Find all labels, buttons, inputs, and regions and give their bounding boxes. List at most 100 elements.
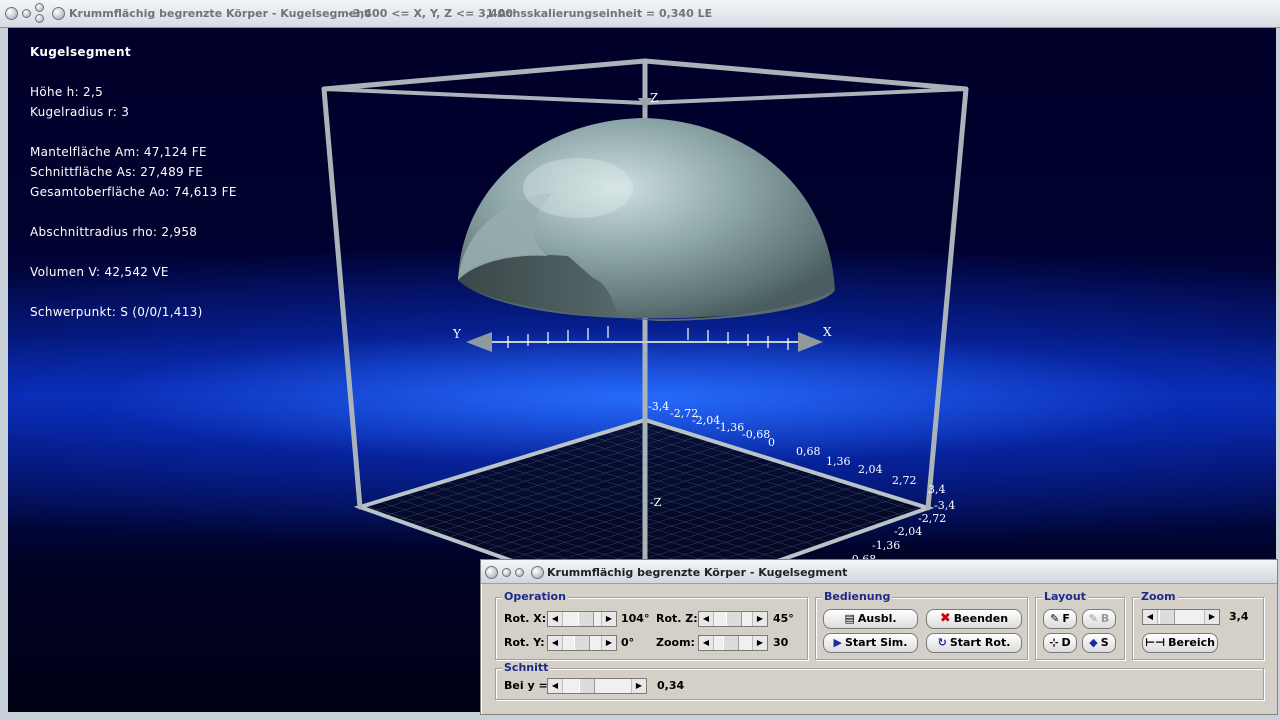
zoom-slider[interactable]: ◀ ▶ — [698, 635, 768, 651]
close-button[interactable] — [52, 7, 65, 20]
tick-label: 2,72 — [892, 474, 917, 487]
arrow-left-icon[interactable]: ◀ — [548, 679, 563, 693]
tick-label: -2,04 — [894, 525, 922, 538]
tick-label: -3,4 — [648, 400, 669, 413]
operation-group-label: Operation — [502, 590, 568, 603]
slider-thumb[interactable] — [578, 612, 594, 626]
rot-z-slider[interactable]: ◀ ▶ — [698, 611, 768, 627]
range-zoom-value: 3,4 — [1229, 610, 1249, 623]
info-segment-radius: Abschnittradius rho: 2,958 — [30, 225, 198, 239]
beenden-button[interactable]: ✖ Beenden — [926, 609, 1022, 629]
close-red-icon: ✖ — [939, 611, 951, 626]
rotate-icon: ↻ — [937, 636, 947, 649]
info-sphere-radius: Kugelradius r: 3 — [30, 105, 130, 119]
slider-thumb[interactable] — [1159, 610, 1175, 624]
layout-d-button[interactable]: ⊹ D — [1043, 633, 1077, 653]
zoom-value: 30 — [773, 636, 789, 649]
pencil-icon: ✎ — [1088, 612, 1098, 625]
info-lateral-surface: Mantelfläche Am: 47,124 FE — [30, 145, 207, 159]
range-zoom-slider[interactable]: ◀ ▶ — [1142, 609, 1220, 625]
x-axis-label: X — [823, 325, 832, 339]
maximize-button[interactable] — [35, 3, 44, 12]
layout-b-button[interactable]: ✎ B — [1082, 609, 1116, 629]
tick-label: 2,04 — [858, 463, 883, 476]
neg-z-axis-label: -Z — [650, 496, 662, 509]
schnitt-y-slider[interactable]: ◀ ▶ — [547, 678, 647, 694]
info-cut-surface: Schnittfläche As: 27,489 FE — [30, 165, 204, 179]
slider-thumb[interactable] — [726, 612, 742, 626]
tick-label: -3,4 — [934, 499, 955, 512]
slider-thumb[interactable] — [723, 636, 739, 650]
info-centroid: Schwerpunkt: S (0/0/1,413) — [30, 305, 203, 319]
rot-x-value: 104° — [621, 612, 650, 625]
arrow-right-icon[interactable]: ▶ — [601, 612, 616, 626]
start-rotation-button[interactable]: ↻ Start Rot. — [926, 633, 1022, 653]
y-axis-label: Y — [452, 327, 462, 341]
info-heading: Kugelsegment — [30, 45, 131, 59]
restore-button[interactable] — [35, 14, 44, 23]
bedienung-group-label: Bedienung — [822, 590, 893, 603]
window-title: Krummflächig begrenzte Körper - Kugelseg… — [69, 7, 370, 20]
rot-z-value: 45° — [773, 612, 794, 625]
start-simulation-button[interactable]: ▶ Start Sim. — [823, 633, 918, 653]
range-icon: ⊢⊣ — [1145, 636, 1166, 649]
arrow-left-icon[interactable]: ◀ — [548, 612, 563, 626]
schnitt-y-value: 0,34 — [657, 679, 685, 692]
control-panel: Krummflächig begrenzte Körper - Kugelseg… — [480, 559, 1278, 715]
panel-minimize-button[interactable] — [502, 568, 511, 577]
tick-label: 3,4 — [928, 483, 946, 496]
layout-group-label: Layout — [1042, 590, 1088, 603]
panel-close-button[interactable] — [531, 566, 544, 579]
rot-z-label: Rot. Z: — [656, 612, 698, 625]
play-icon: ▶ — [833, 636, 842, 649]
hide-icon: ▤ — [844, 612, 855, 625]
rot-y-slider[interactable]: ◀ ▶ — [547, 635, 617, 651]
z-axis-label: Z — [650, 91, 658, 105]
tick-label: 1,36 — [826, 455, 851, 468]
brush-icon: ✎ — [1050, 612, 1060, 625]
info-total-surface: Gesamtoberfläche Ao: 74,613 FE — [30, 185, 237, 199]
arrow-right-icon[interactable]: ▶ — [752, 612, 767, 626]
info-volume: Volumen V: 42,542 VE — [30, 265, 169, 279]
arrow-right-icon[interactable]: ▶ — [752, 636, 767, 650]
schnitt-group: Schnitt Bei y = ◀ ▶ 0,34 — [495, 661, 1264, 700]
arrow-right-icon[interactable]: ▶ — [601, 636, 616, 650]
arrow-right-icon[interactable]: ▶ — [1204, 610, 1219, 624]
schnitt-group-label: Schnitt — [502, 661, 551, 674]
layout-s-button[interactable]: ◆ S — [1082, 633, 1116, 653]
operation-group: Operation Rot. X: ◀ ▶ 104° Rot. Z: ◀ ▶ 4… — [495, 590, 808, 660]
slider-thumb[interactable] — [579, 679, 595, 693]
rot-y-label: Rot. Y: — [504, 636, 545, 649]
window-menu-button[interactable] — [5, 7, 18, 20]
slider-thumb[interactable] — [574, 636, 590, 650]
rot-y-value: 0° — [621, 636, 635, 649]
arrow-left-icon[interactable]: ◀ — [699, 612, 714, 626]
ausblenden-button[interactable]: ▤ Ausbl. — [823, 609, 918, 629]
zoom-group-label: Zoom — [1139, 590, 1178, 603]
spherical-segment — [458, 118, 835, 321]
panel-title: Krummflächig begrenzte Körper - Kugelseg… — [547, 566, 848, 579]
rot-x-label: Rot. X: — [504, 612, 547, 625]
bereich-button[interactable]: ⊢⊣ Bereich — [1142, 633, 1218, 653]
tick-label: 0,68 — [796, 445, 821, 458]
paint-bucket-icon: ◆ — [1089, 636, 1098, 649]
tick-label: -0,68 — [742, 428, 770, 441]
panel-title-bar: Krummflächig begrenzte Körper - Kugelseg… — [481, 560, 1277, 584]
panel-maximize-button[interactable] — [515, 568, 524, 577]
arrow-left-icon[interactable]: ◀ — [1143, 610, 1158, 624]
rot-x-slider[interactable]: ◀ ▶ — [547, 611, 617, 627]
main-title-bar: Krummflächig begrenzte Körper - Kugelseg… — [0, 0, 1280, 28]
bedienung-group: Bedienung ▤ Ausbl. ✖ Beenden ▶ Start Sim. ↻… — [815, 590, 1028, 660]
layout-f-button[interactable]: ✎ F — [1043, 609, 1077, 629]
tick-label: -1,36 — [716, 421, 744, 434]
panel-menu-button[interactable] — [485, 566, 498, 579]
zoom-label: Zoom: — [656, 636, 695, 649]
arrow-left-icon[interactable]: ◀ — [699, 636, 714, 650]
zoom-group: Zoom ◀ ▶ 3,4 ⊢⊣ Bereich — [1132, 590, 1264, 660]
arrow-left-icon[interactable]: ◀ — [548, 636, 563, 650]
minimize-button[interactable] — [22, 9, 31, 18]
arrow-right-icon[interactable]: ▶ — [631, 679, 646, 693]
crosshair-icon: ⊹ — [1049, 636, 1059, 649]
info-height: Höhe h: 2,5 — [30, 85, 104, 99]
bei-y-label: Bei y = — [504, 679, 548, 692]
